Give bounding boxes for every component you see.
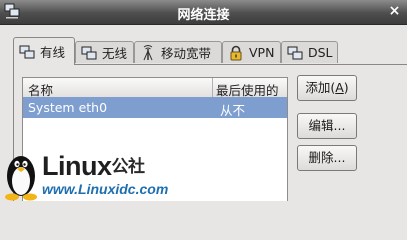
connection-last-used: 从不 [220,103,246,118]
connection-name: System eth0 [28,100,108,115]
wired-network-icon [19,45,35,58]
edit-button[interactable]: 编辑... [297,113,357,139]
wireless-network-icon [81,46,97,59]
watermark: Linux公社 www.Linuxidc.com [0,150,240,201]
lock-icon [230,45,242,60]
add-button-label: 添加(A) [305,80,349,95]
watermark-url: www.Linuxidc.com [42,181,169,197]
tab-mobile-broadband-label: 移动宽带 [161,46,212,61]
mobile-broadband-icon [143,44,153,60]
title-bar: 网络连接 × [0,0,407,25]
tab-wireless[interactable]: 无线 [75,41,134,63]
tab-wired-label: 有线 [40,45,66,60]
tab-dsl[interactable]: DSL [281,41,338,63]
tab-wireless-label: 无线 [102,46,128,61]
close-button[interactable]: × [386,3,403,20]
column-divider[interactable] [212,78,213,97]
tab-mobile-broadband[interactable]: 移动宽带 [134,41,222,63]
tab-vpn[interactable]: VPN [222,41,281,63]
delete-button[interactable]: 删除... [297,145,357,171]
watermark-brand-cn: 公社 [111,157,146,176]
watermark-brand-latin: Linux [42,151,112,181]
list-item[interactable]: System eth0 从不 [23,97,287,118]
tab-vpn-label: VPN [249,45,275,60]
tab-dsl-label: DSL [308,45,333,60]
tab-wired[interactable]: 有线 [13,37,75,65]
watermark-brand: Linux公社 [42,152,145,181]
window-title: 网络连接 [177,8,230,23]
tux-penguin-logo [5,156,37,201]
add-button[interactable]: 添加(A) [297,75,357,101]
dsl-network-icon [287,46,303,59]
add-button-mnemonic: A [335,80,344,95]
list-header: 名称 最后使用的 [23,78,287,98]
